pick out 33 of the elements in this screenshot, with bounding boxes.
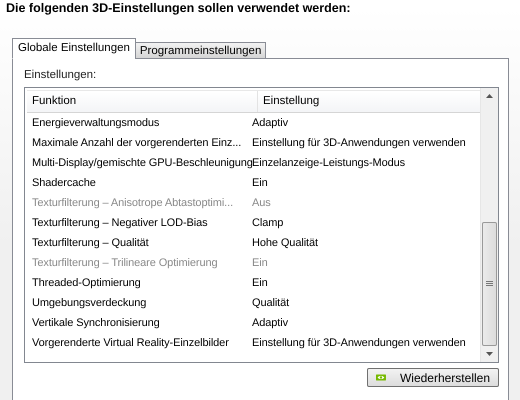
scrollbar-thumb[interactable] — [482, 222, 497, 346]
eye-logo-icon — [376, 372, 386, 383]
tab[interactable]: Globale Einstellungen — [12, 38, 136, 59]
restore-button[interactable]: Wiederherstellen — [367, 368, 499, 387]
setting-value[interactable]: Hohe Qualität — [252, 237, 318, 249]
page-heading: Die folgenden 3D-Einstellungen sollen verwendet werden: — [6, 1, 352, 17]
setting-name[interactable]: Energieverwaltungsmodus — [32, 117, 252, 129]
setting-name[interactable]: Shadercache — [32, 177, 252, 189]
setting-name[interactable]: Texturfilterung – Qualität — [32, 237, 252, 249]
setting-name[interactable]: Maximale Anzahl der vorgerenderten Einz... — [32, 137, 252, 149]
scrollbar[interactable] — [480, 88, 498, 362]
column-header[interactable]: Einstellung — [258, 91, 320, 112]
setting-value[interactable]: Clamp — [252, 217, 284, 229]
setting-name[interactable]: Umgebungsverdeckung — [32, 297, 252, 309]
scroll-up-icon[interactable] — [486, 94, 493, 98]
setting-name[interactable]: Vorgerenderte Virtual Reality-Einzelbilder — [32, 337, 252, 349]
setting-name[interactable]: Multi-Display/gemischte GPU-Beschleunigung — [32, 157, 252, 169]
setting-value[interactable]: Einzelanzeige-Leistungs-Modus — [252, 157, 406, 169]
setting-name[interactable]: Threaded-Optimierung — [32, 277, 252, 289]
setting-value[interactable]: Adaptiv — [252, 317, 288, 329]
setting-name[interactable]: Texturfilterung – Negativer LOD-Bias — [32, 217, 252, 229]
grip-icon — [486, 281, 493, 287]
column-header[interactable]: Funktion — [27, 91, 258, 112]
setting-value[interactable]: Adaptiv — [252, 117, 288, 129]
setting-value[interactable]: Einstellung für 3D-Anwendungen verwenden — [252, 137, 466, 149]
setting-name[interactable]: Vertikale Synchronisierung — [32, 317, 252, 329]
setting-value[interactable]: Ein — [252, 177, 268, 189]
setting-value[interactable]: Ein — [252, 277, 268, 289]
setting-value[interactable]: Qualität — [252, 297, 290, 309]
setting-value[interactable]: Einstellung für 3D-Anwendungen verwenden — [252, 337, 466, 349]
scroll-down-icon[interactable] — [486, 352, 493, 356]
tab[interactable]: Programmeinstellungen — [134, 42, 266, 59]
settings-label: Einstellungen: — [24, 69, 98, 83]
